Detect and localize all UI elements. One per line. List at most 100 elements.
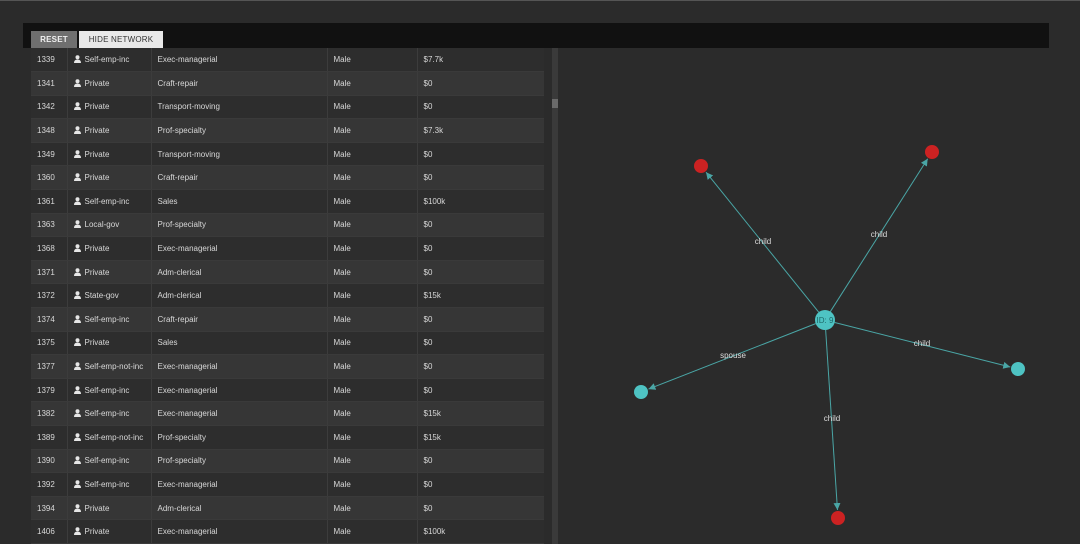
workclass-cell: Private (67, 165, 152, 191)
person-icon (73, 527, 81, 536)
record-id-cell: 1348 (31, 118, 68, 143)
network-node[interactable] (925, 145, 939, 159)
workclass-cell: Private (67, 260, 152, 285)
workclass-cell: Self-emp-inc (67, 48, 152, 73)
record-id-cell: 1349 (31, 142, 68, 167)
reset-button[interactable]: RESET (31, 31, 77, 48)
workclass-cell: Private (67, 95, 152, 120)
occupation-cell: Exec-managerial (151, 48, 328, 73)
capital-gain-cell: $0 (417, 331, 544, 356)
table-row[interactable]: 1382 Self-emp-inc Exec-managerial Male $15k (31, 401, 544, 426)
network-node[interactable] (1011, 362, 1025, 376)
workclass-label: State-gov (84, 291, 119, 301)
occupation-cell: Exec-managerial (151, 378, 328, 403)
person-icon (73, 291, 81, 300)
table-row[interactable]: 1360 Private Craft-repair Male $0 (31, 165, 544, 191)
edge-label: child (914, 339, 930, 348)
workclass-cell: Local-gov (67, 213, 152, 238)
sex-cell: Male (327, 496, 418, 521)
network-node[interactable] (634, 385, 648, 399)
person-icon (73, 149, 81, 158)
capital-gain-cell: $0 (417, 236, 544, 261)
capital-gain-cell: $0 (417, 496, 544, 521)
capital-gain-cell: $0 (417, 449, 544, 474)
record-id-cell: 1371 (31, 260, 68, 285)
occupation-cell: Craft-repair (151, 71, 328, 96)
workclass-label: Self-emp-inc (84, 456, 130, 466)
occupation-cell: Prof-specialty (151, 118, 328, 143)
occupation-cell: Exec-managerial (151, 401, 328, 426)
sex-cell: Male (327, 142, 418, 167)
workclass-cell: Private (67, 331, 152, 356)
capital-gain-cell: $0 (417, 213, 544, 238)
occupation-cell: Adm-clerical (151, 496, 328, 521)
table-row[interactable]: 1390 Self-emp-inc Prof-specialty Male $0 (31, 449, 544, 474)
table-row[interactable]: 1363 Local-gov Prof-specialty Male $0 (31, 213, 544, 238)
table-row[interactable]: 1348 Private Prof-specialty Male $7.3k (31, 118, 544, 143)
table-row[interactable]: 1341 Private Craft-repair Male $0 (31, 71, 544, 96)
sex-cell: Male (327, 236, 418, 261)
table-row[interactable]: 1342 Private Transport-moving Male $0 (31, 95, 544, 120)
table-row[interactable]: 1361 Self-emp-inc Sales Male $100k (31, 189, 544, 214)
network-node[interactable] (831, 511, 845, 525)
sex-cell: Male (327, 71, 418, 96)
table-row[interactable]: 1349 Private Transport-moving Male $0 (31, 142, 544, 167)
table-row[interactable]: 1394 Private Adm-clerical Male $0 (31, 496, 544, 521)
table-row[interactable]: 1368 Private Exec-managerial Male $0 (31, 236, 544, 261)
workclass-cell: Self-emp-inc (67, 472, 152, 497)
record-id-cell: 1375 (31, 331, 68, 356)
record-id-cell: 1361 (31, 189, 68, 214)
table-row[interactable]: 1371 Private Adm-clerical Male $0 (31, 260, 544, 285)
occupation-cell: Transport-moving (151, 95, 328, 120)
records-table-container: 1339 Self-emp-inc Exec-managerial Male $7.7k… (31, 48, 544, 544)
capital-gain-cell: $15k (417, 425, 544, 450)
table-row[interactable]: 1377 Self-emp-not-inc Exec-managerial Male $… (31, 354, 544, 379)
table-row[interactable]: 1374 Self-emp-inc Craft-repair Male $0 (31, 307, 544, 332)
table-row[interactable]: 1339 Self-emp-inc Exec-managerial Male $7.7k (31, 48, 544, 73)
hide-network-button[interactable]: HIDE NETWORK (79, 31, 163, 48)
capital-gain-cell: $7.7k (417, 48, 544, 73)
capital-gain-cell: $0 (417, 71, 544, 96)
occupation-cell: Prof-specialty (151, 213, 328, 238)
occupation-cell: Sales (151, 331, 328, 356)
occupation-cell: Exec-managerial (151, 236, 328, 261)
network-node[interactable] (694, 159, 708, 173)
sex-cell: Male (327, 354, 418, 379)
record-id-cell: 1389 (31, 425, 68, 450)
person-icon (73, 503, 81, 512)
workclass-cell: Private (67, 142, 152, 167)
capital-gain-cell: $7.3k (417, 118, 544, 143)
occupation-cell: Sales (151, 189, 328, 214)
table-row[interactable]: 1375 Private Sales Male $0 (31, 331, 544, 356)
capital-gain-cell: $0 (417, 354, 544, 379)
workclass-cell: Private (67, 519, 152, 544)
table-row[interactable]: 1379 Self-emp-inc Exec-managerial Male $0 (31, 378, 544, 403)
person-icon (73, 409, 81, 418)
top-border (0, 0, 1080, 1)
record-id-cell: 1406 (31, 519, 68, 544)
workclass-label: Private (84, 503, 110, 513)
edge-label: spouse (720, 351, 746, 360)
person-icon (73, 315, 81, 323)
record-id-cell: 1363 (31, 213, 68, 238)
occupation-cell: Prof-specialty (151, 425, 328, 450)
workclass-cell: Private (67, 496, 152, 521)
table-row[interactable]: 1389 Self-emp-not-inc Prof-specialty Male $1… (31, 425, 544, 450)
person-icon (73, 244, 81, 253)
table-row[interactable]: 1406 Private Exec-managerial Male $100k (31, 519, 544, 544)
table-row[interactable]: 1372 State-gov Adm-clerical Male $15k (31, 283, 544, 309)
table-row[interactable]: 1392 Self-emp-inc Exec-managerial Male $0 (31, 472, 544, 497)
person-icon (73, 480, 81, 488)
capital-gain-cell: $0 (417, 142, 544, 167)
record-id-cell: 1382 (31, 401, 68, 426)
workclass-label: Private (84, 527, 110, 537)
occupation-cell: Craft-repair (151, 307, 328, 332)
occupation-cell: Adm-clerical (151, 260, 328, 285)
person-icon (73, 55, 81, 64)
workclass-cell: Self-emp-inc (67, 449, 152, 474)
workclass-label: Self-emp-not-inc (84, 362, 144, 372)
capital-gain-cell: $100k (417, 519, 544, 544)
sex-cell: Male (327, 519, 418, 544)
capital-gain-cell: $0 (417, 378, 544, 403)
occupation-cell: Exec-managerial (151, 472, 328, 497)
